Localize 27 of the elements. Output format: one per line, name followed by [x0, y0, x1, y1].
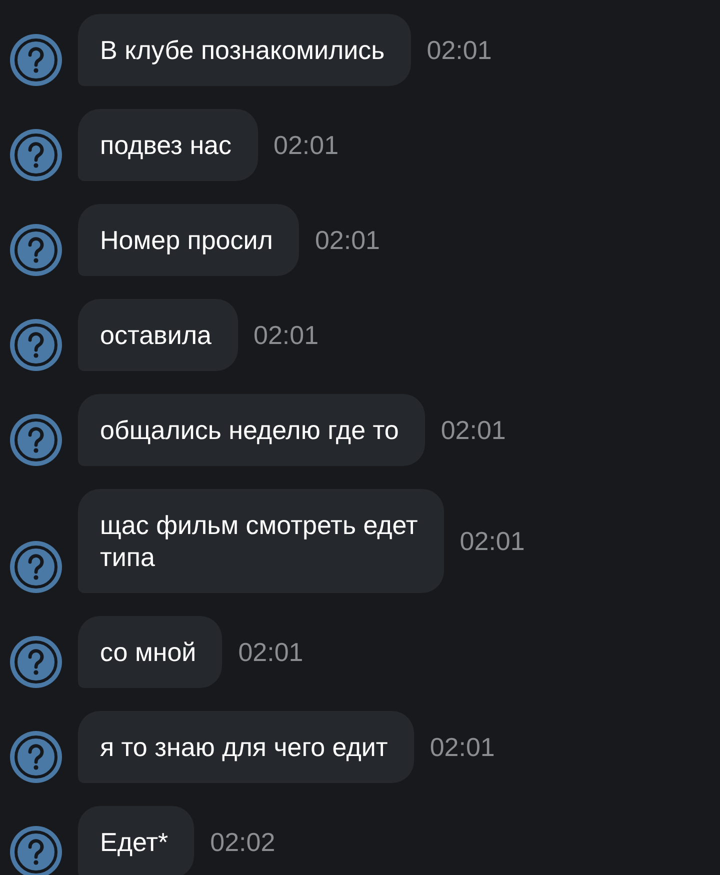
message-bubble: подвез нас — [78, 109, 258, 181]
message-time: 02:01 — [426, 34, 492, 66]
message-bubble: В клубе познакомились — [78, 14, 411, 86]
message-time: 02:01 — [430, 732, 495, 762]
message-bubble: со мной — [78, 616, 222, 688]
question-avatar-icon[interactable] — [10, 636, 62, 688]
message-time: 02:01 — [238, 636, 304, 668]
message-bubble: оставила — [78, 299, 238, 371]
question-avatar-icon[interactable] — [10, 129, 62, 181]
message-time: 02:01 — [254, 320, 319, 350]
question-avatar-icon[interactable] — [10, 414, 62, 466]
message-time: 02:01 — [274, 130, 339, 160]
message-bubble: Номер просил — [78, 204, 299, 276]
question-avatar-icon[interactable] — [10, 826, 62, 875]
message-time: 02:01 — [440, 414, 506, 446]
question-avatar-icon[interactable] — [10, 731, 62, 783]
message-time: 02:01 — [314, 224, 380, 256]
message-time: 02:01 — [460, 526, 525, 556]
question-avatar-icon[interactable] — [10, 224, 62, 276]
question-avatar-icon[interactable] — [10, 541, 62, 593]
message-bubble: я то знаю для чего едит — [78, 711, 414, 783]
question-avatar-icon[interactable] — [10, 34, 62, 86]
message-bubble: Едет* — [78, 806, 194, 875]
message-time: 02:02 — [210, 826, 276, 858]
message-bubble: общались неделю где то — [78, 394, 425, 466]
question-avatar-icon[interactable] — [10, 319, 62, 371]
message-bubble: щас фильм смотреть едет типа — [78, 489, 444, 593]
